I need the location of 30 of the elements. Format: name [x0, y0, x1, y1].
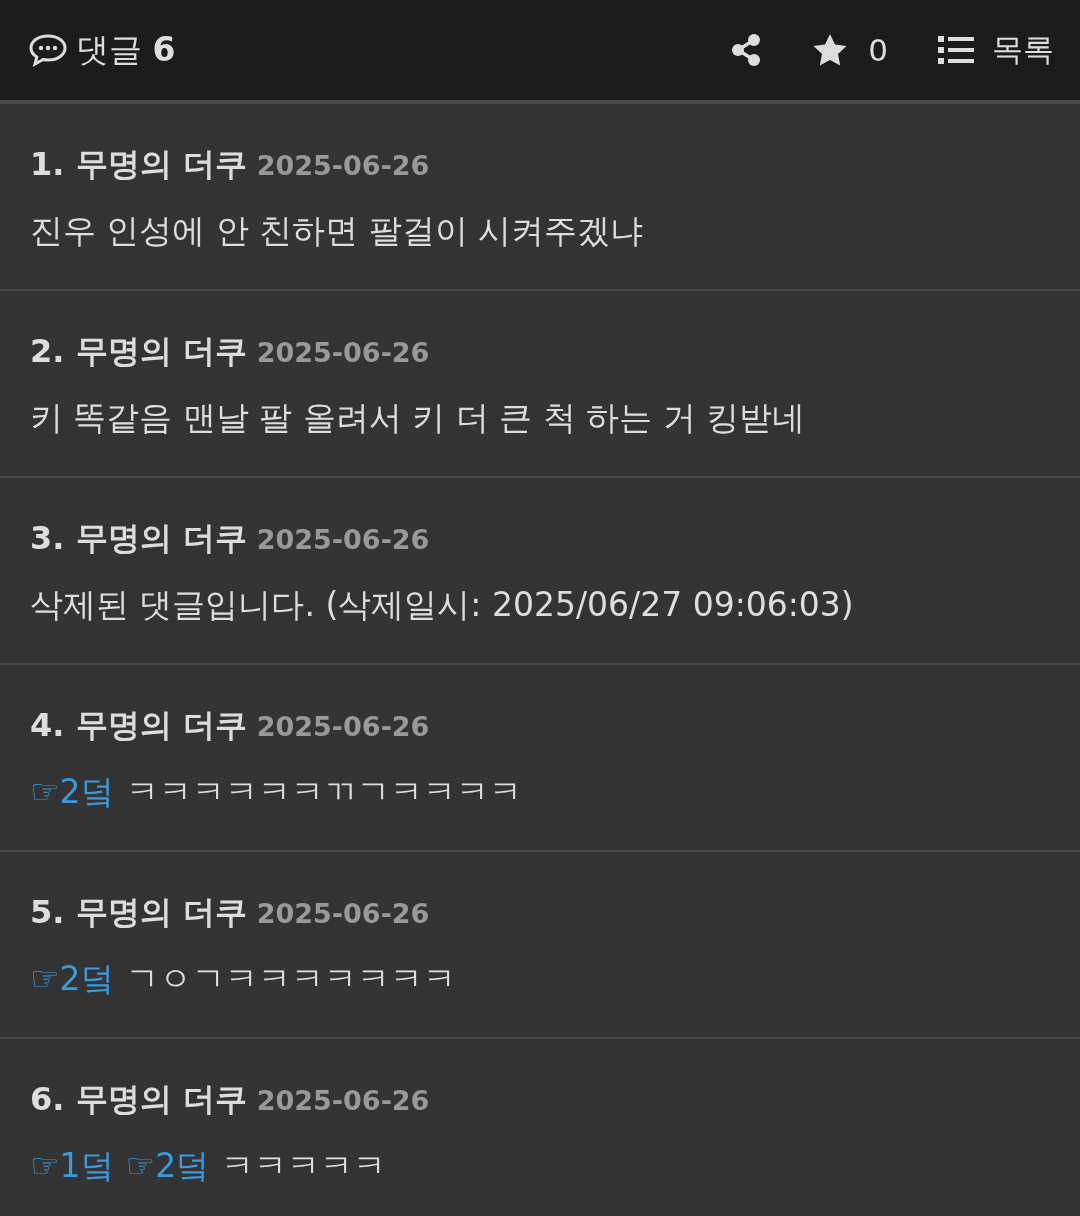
- comment-author: 4. 무명의 더쿠: [30, 705, 247, 746]
- favorite-button[interactable]: 0: [812, 32, 888, 68]
- comment-text: 키 똑같음 맨날 팔 올려서 키 더 큰 척 하는 거 킹받네: [30, 397, 806, 439]
- list-button[interactable]: 목록: [938, 29, 1054, 71]
- comment-date: 2025-06-26: [256, 897, 430, 931]
- comment-text: ㄱㅇㄱㅋㅋㅋㅋㅋㅋㅋ: [125, 958, 456, 1000]
- comment-text: ㅋㅋㅋㅋㅋㅋㄲㄱㅋㅋㅋㅋ: [125, 771, 522, 813]
- comment-author: 2. 무명의 더쿠: [30, 331, 247, 372]
- comment-author: 3. 무명의 더쿠: [30, 518, 247, 559]
- reply-link[interactable]: ☞2덬: [125, 1143, 210, 1189]
- comment-text: ㅋㅋㅋㅋㅋ: [221, 1145, 387, 1187]
- comment-date: 2025-06-26: [256, 523, 430, 557]
- comment-text: 진우 인성에 안 친하면 팔걸이 시켜주겠냐: [30, 210, 644, 252]
- star-icon: [812, 33, 849, 67]
- comment-text: 삭제된 댓글입니다. (삭제일시: 2025/06/27 09:06:03): [30, 584, 854, 626]
- comment-date: 2025-06-26: [256, 710, 430, 744]
- comments-title: 댓글 6: [76, 28, 176, 71]
- comment-icon: [28, 33, 68, 67]
- reply-link[interactable]: ☞2덬: [30, 769, 114, 815]
- share-icon: [730, 33, 763, 67]
- comment-date: 2025-06-26: [256, 336, 430, 370]
- comment-date: 2025-06-26: [256, 1084, 430, 1118]
- comment-author: 5. 무명의 더쿠: [30, 892, 247, 933]
- reply-link[interactable]: ☞1덬: [30, 1143, 114, 1189]
- comment-date: 2025-06-26: [256, 149, 430, 183]
- list-icon: [938, 36, 974, 64]
- comment-author: 1. 무명의 더쿠: [30, 144, 247, 185]
- comment-author: 6. 무명의 더쿠: [30, 1079, 247, 1120]
- reply-link[interactable]: ☞2덬: [30, 956, 114, 1002]
- share-button[interactable]: [730, 33, 763, 67]
